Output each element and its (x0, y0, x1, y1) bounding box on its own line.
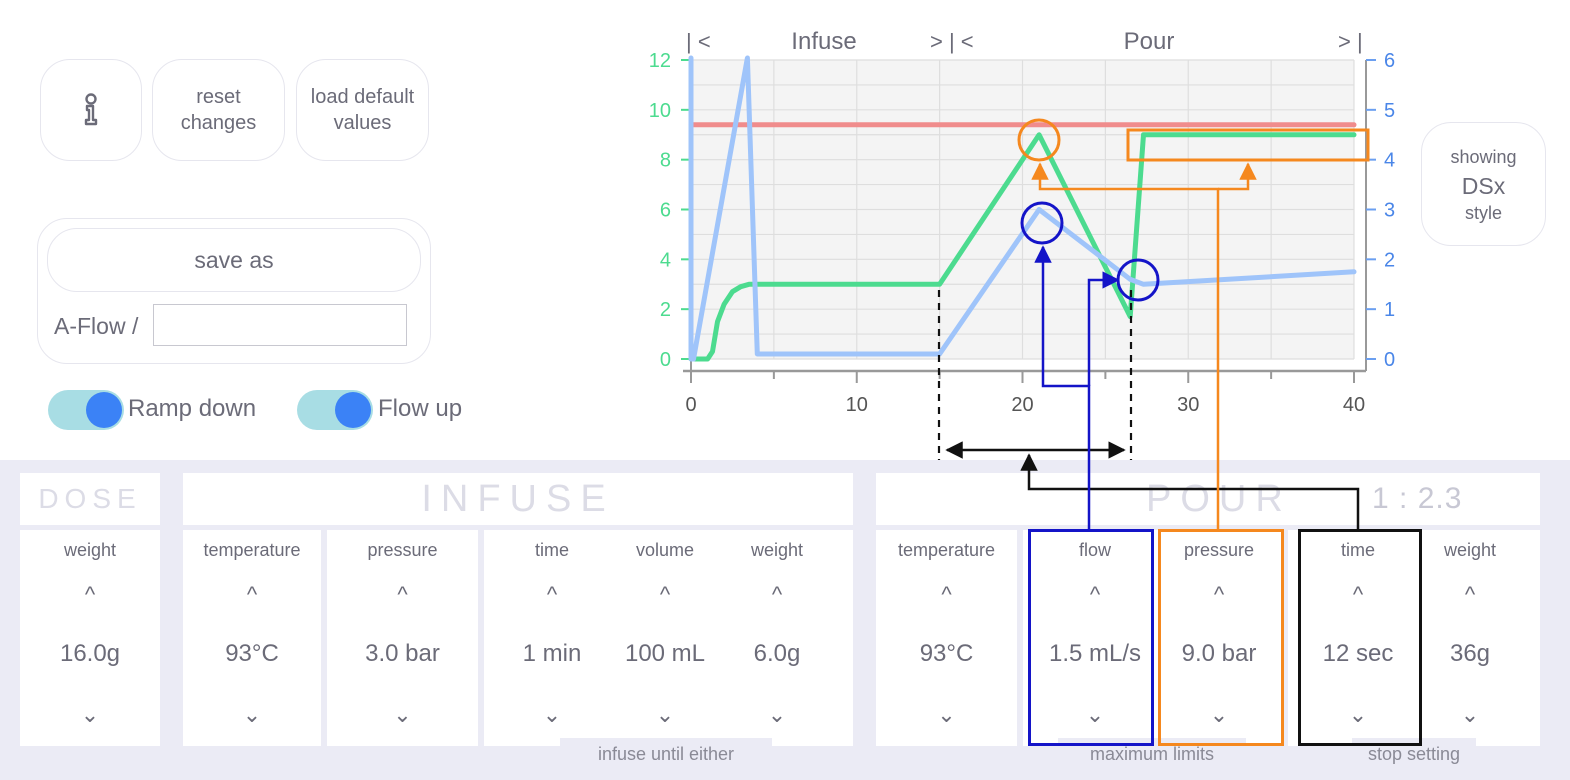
y-right-tick-label: 2 (1384, 249, 1395, 271)
phase-pour-label: Pour (1124, 28, 1175, 55)
pour-weight-label: weight (1443, 540, 1497, 560)
infuse-weight-decrease-button[interactable]: ⌄ (720, 702, 834, 728)
infuse-temperature-label: temperature (203, 540, 301, 560)
pour-ratio: 1 : 2.3 (1372, 482, 1463, 515)
y-left-tick-label: 8 (660, 150, 671, 172)
pour-temperature-increase-button[interactable]: ^ (876, 582, 1017, 608)
y-left-tick-label: 0 (660, 349, 671, 371)
y-right-tick-label: 1 (1384, 299, 1395, 321)
infuse-pressure-value: 3.0 bar (365, 640, 440, 667)
infuse-pressure-increase-button[interactable]: ^ (327, 582, 478, 608)
infuse-temperature-decrease-button[interactable]: ⌄ (183, 702, 321, 728)
infuse-temperature-increase-button[interactable]: ^ (183, 582, 321, 608)
infuse-volume-control: volume ^ 100 mL ⌄ (610, 530, 720, 746)
infuse-pressure-decrease-button[interactable]: ⌄ (327, 702, 478, 728)
phase-infuse-end-marker: > | < (930, 29, 974, 54)
infuse-time-control: time ^ 1 min ⌄ (494, 530, 610, 746)
x-tick-label: 10 (846, 394, 868, 416)
infuse-volume-value: 100 mL (624, 640, 706, 667)
time-highlight-box (1298, 529, 1422, 746)
pour-weight-increase-button[interactable]: ^ (1418, 582, 1522, 608)
dose-weight-value: 16.0g (59, 640, 121, 667)
pour-temperature-label: temperature (897, 540, 996, 560)
y-left-tick-label: 12 (649, 50, 671, 72)
infuse-time-label: time (534, 540, 569, 560)
infuse-header: INFUSE (183, 473, 853, 525)
infuse-weight-value: 6.0g (753, 640, 801, 667)
pour-temperature-value: 93°C (919, 640, 974, 667)
y-right-tick-label: 0 (1384, 349, 1395, 371)
pour-divider-1 (1017, 530, 1023, 746)
pour-weight-decrease-button[interactable]: ⌄ (1418, 702, 1522, 728)
pour-temperature-decrease-button[interactable]: ⌄ (876, 702, 1017, 728)
infuse-temperature-control: temperature ^ 93°C ⌄ (183, 530, 321, 746)
pour-weight-value: 36g (1449, 640, 1491, 667)
phase-infuse-label: Infuse (791, 28, 856, 55)
pressure-highlight-box (1158, 529, 1284, 746)
pour-weight-control: weight ^ 36g ⌄ (1418, 530, 1522, 746)
pour-temperature-control: temperature ^ 93°C ⌄ (876, 530, 1017, 746)
infuse-time-decrease-button[interactable]: ⌄ (494, 702, 610, 728)
y-left-tick-label: 4 (660, 249, 671, 271)
infuse-divider-2 (478, 530, 484, 746)
infuse-pressure-control: pressure ^ 3.0 bar ⌄ (327, 530, 478, 746)
y-right-tick-label: 5 (1384, 100, 1395, 122)
y-right-tick-label: 4 (1384, 150, 1395, 172)
y-right-tick-label: 3 (1384, 200, 1395, 222)
dose-weight-increase-button[interactable]: ^ (20, 582, 160, 608)
phase-pour-end-marker: > | (1338, 29, 1363, 54)
infuse-volume-label: volume (635, 540, 695, 560)
phase-infuse-start-marker: | < (686, 29, 711, 54)
y-right-tick-label: 6 (1384, 50, 1395, 72)
infuse-time-increase-button[interactable]: ^ (494, 582, 610, 608)
x-tick-label: 40 (1343, 394, 1365, 416)
y-left-tick-label: 2 (660, 299, 671, 321)
infuse-weight-control: weight ^ 6.0g ⌄ (720, 530, 834, 746)
dose-weight-label: weight (63, 540, 117, 560)
infuse-until-either-caption: infuse until either (560, 738, 772, 770)
infuse-weight-label: weight (750, 540, 804, 560)
dose-weight-decrease-button[interactable]: ⌄ (20, 702, 160, 728)
infuse-temperature-value: 93°C (225, 640, 279, 667)
dose-header: DOSE (20, 473, 160, 525)
infuse-time-value: 1 min (522, 640, 582, 667)
infuse-pressure-label: pressure (367, 540, 438, 560)
infuse-volume-decrease-button[interactable]: ⌄ (610, 702, 720, 728)
x-tick-label: 0 (685, 394, 696, 416)
dose-weight-control: weight ^ 16.0g ⌄ (20, 530, 160, 746)
pour-header: POUR 1 : 2.3 (876, 473, 1540, 525)
infuse-volume-increase-button[interactable]: ^ (610, 582, 720, 608)
flow-highlight-box (1028, 529, 1154, 746)
x-tick-label: 20 (1011, 394, 1033, 416)
y-left-tick-label: 10 (649, 100, 671, 122)
infuse-weight-increase-button[interactable]: ^ (720, 582, 834, 608)
x-tick-label: 30 (1177, 394, 1199, 416)
y-left-tick-label: 6 (660, 200, 671, 222)
pour-title: POUR (1146, 477, 1292, 520)
